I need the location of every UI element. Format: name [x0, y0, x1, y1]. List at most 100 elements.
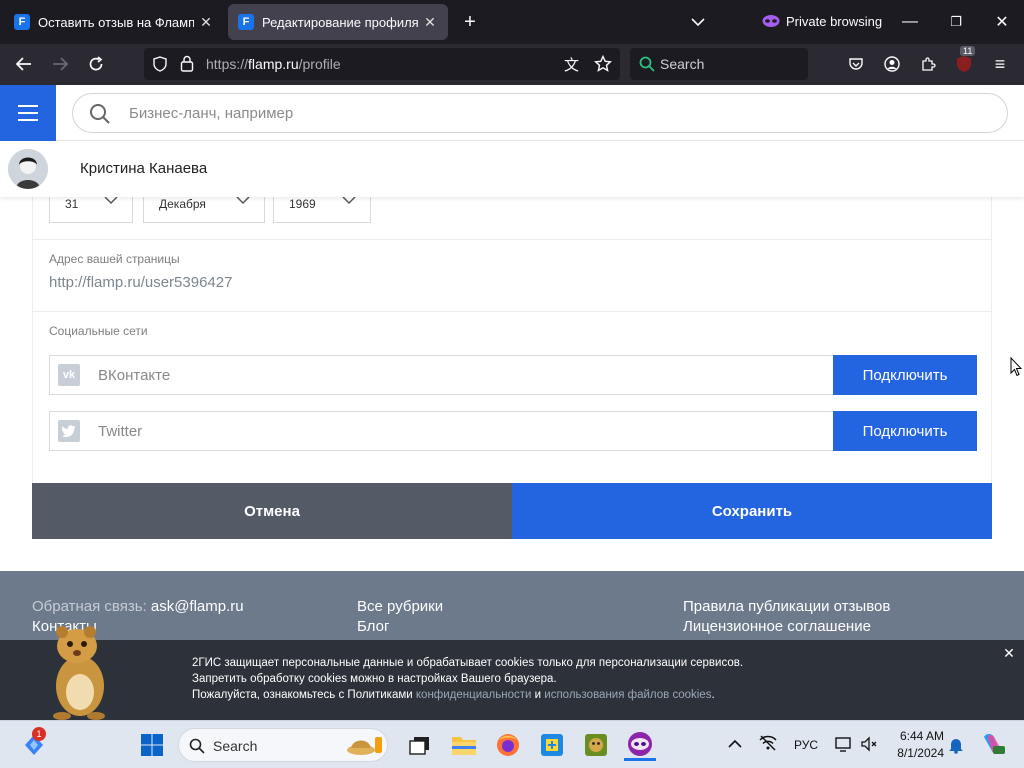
arrow-left-icon	[16, 57, 31, 71]
sync-app-icon	[541, 734, 563, 756]
hamburger-icon	[18, 112, 38, 114]
input-language-indicator[interactable]: РУС	[794, 738, 818, 752]
avatar[interactable]	[8, 149, 48, 189]
birth-month-value: Декабря	[159, 197, 206, 211]
volume-button[interactable]	[860, 735, 878, 756]
url-text: https://flamp.ru/profile	[206, 56, 341, 72]
site-header	[0, 85, 1024, 141]
reload-button[interactable]	[82, 50, 110, 78]
firefox-icon	[497, 734, 519, 756]
file-explorer-button[interactable]	[448, 729, 480, 761]
private-browsing-label: Private browsing	[786, 14, 883, 29]
hamburger-icon	[18, 105, 38, 107]
app-menu-button[interactable]: ≡	[986, 50, 1014, 78]
search-icon	[189, 738, 205, 754]
social-name: ВКонтакте	[98, 367, 171, 384]
browser-nav-bar: https://flamp.ru/profile 文 Search 11 ≡	[0, 44, 1024, 85]
flamp-favicon: F	[238, 14, 254, 30]
list-tabs-button[interactable]	[684, 8, 712, 36]
tab-title: Редактирование профиля	[262, 14, 418, 30]
close-window-button[interactable]: ✕	[988, 8, 1016, 36]
puzzle-icon	[922, 57, 936, 71]
copilot-button[interactable]	[980, 731, 1006, 760]
private-mask-icon	[762, 14, 780, 28]
extensions-button[interactable]	[914, 50, 942, 78]
notification-badge: 1	[32, 727, 46, 741]
clock-date: 8/1/2024	[897, 746, 944, 760]
profile-form: 31 Декабря 1969 Адрес вашей страницы htt…	[32, 185, 992, 485]
close-icon[interactable]: ✕	[1000, 644, 1018, 662]
feedback-label: Обратная связь:	[32, 598, 147, 615]
close-tab-icon[interactable]: ✕	[194, 14, 218, 31]
display-button[interactable]	[834, 735, 852, 756]
maximize-button[interactable]: ❐	[942, 8, 970, 36]
footer-all-categories-link[interactable]: Все рубрики	[357, 598, 443, 615]
browser-search-field[interactable]: Search	[630, 48, 808, 80]
social-name: Twitter	[98, 423, 143, 440]
firefox-button[interactable]	[492, 729, 524, 761]
save-button[interactable]: Сохранить	[512, 483, 992, 539]
clock[interactable]: 6:44 AM 8/1/2024	[888, 729, 944, 760]
cancel-button[interactable]: Отмена	[32, 483, 512, 539]
tab-edit-profile[interactable]: F Редактирование профиля ✕	[228, 4, 448, 40]
search-icon	[90, 104, 110, 124]
weather-widget[interactable]: 1	[18, 727, 50, 761]
translate-icon[interactable]: 文	[564, 54, 579, 75]
clock-time: 6:44 AM	[899, 729, 944, 743]
ublock-shield-icon	[957, 56, 971, 72]
new-tab-button[interactable]: +	[456, 8, 484, 36]
back-button[interactable]	[10, 50, 38, 78]
display-icon	[835, 737, 851, 752]
firefox-private-button[interactable]	[624, 729, 656, 761]
taskbar-search[interactable]: Search	[178, 728, 388, 762]
task-view-button[interactable]	[404, 729, 436, 761]
footer-rules-link[interactable]: Правила публикации отзывов	[683, 598, 890, 615]
footer-license-link[interactable]: Лицензионное соглашение	[683, 618, 871, 635]
social-row-vk: vk ВКонтакте Подключить	[49, 355, 977, 395]
cookie-policy-link[interactable]: использования файлов cookies	[544, 689, 711, 701]
url-bar[interactable]: https://flamp.ru/profile 文	[144, 48, 620, 80]
forward-button[interactable]	[46, 50, 74, 78]
cookie-line: 2ГИС защищает персональные данные и обра…	[192, 657, 744, 669]
app-button-game[interactable]	[580, 729, 612, 761]
shield-icon[interactable]	[152, 56, 168, 72]
site-search-box[interactable]	[72, 93, 1008, 133]
start-button[interactable]	[136, 729, 168, 761]
connect-twitter-button[interactable]: Подключить	[833, 411, 977, 451]
private-browsing-icon	[628, 731, 652, 756]
chevron-up-icon	[728, 739, 742, 748]
feedback-email-link[interactable]: ask@flamp.ru	[151, 598, 244, 615]
cookie-line: Запретить обработку cookies можно в наст…	[192, 673, 557, 685]
account-icon	[884, 56, 900, 72]
browser-search-placeholder: Search	[660, 56, 705, 72]
show-hidden-icons-button[interactable]	[728, 736, 742, 752]
ublock-button[interactable]: 11	[950, 46, 978, 78]
menu-button[interactable]	[0, 85, 56, 141]
social-row-twitter: Twitter Подключить	[49, 411, 977, 451]
divider	[33, 311, 991, 312]
profile-page-url: http://flamp.ru/user5396427	[49, 274, 233, 291]
lock-icon[interactable]	[180, 55, 194, 72]
windows-logo-icon	[141, 734, 163, 756]
close-tab-icon[interactable]: ✕	[418, 14, 442, 31]
cookie-banner: 2ГИС защищает персональные данные и обра…	[0, 640, 1024, 720]
app-button-sync[interactable]	[536, 729, 568, 761]
pocket-button[interactable]	[842, 50, 870, 78]
minimize-button[interactable]: —	[896, 8, 924, 36]
footer-blog-link[interactable]: Блог	[357, 618, 389, 635]
site-search-input[interactable]	[129, 102, 989, 124]
task-view-icon	[409, 737, 429, 755]
network-button[interactable]	[758, 734, 778, 755]
flamp-favicon: F	[14, 14, 30, 30]
tab-leave-review[interactable]: F Оставить отзыв на Флампе ✕	[4, 4, 224, 40]
mouse-pointer-icon	[1010, 357, 1022, 377]
account-button[interactable]	[878, 50, 906, 78]
bookmark-star-icon[interactable]	[594, 55, 612, 73]
connect-vk-button[interactable]: Подключить	[833, 355, 977, 395]
privacy-policy-link[interactable]: конфиденциальности	[416, 689, 532, 701]
cookie-and: и	[534, 689, 542, 701]
windows-taskbar: 1 Search РУС 6:44 AM 8/1/2024	[0, 720, 1024, 768]
notifications-button[interactable]	[948, 736, 964, 757]
arrow-right-icon	[53, 57, 68, 71]
user-name[interactable]: Кристина Канаева	[80, 160, 207, 177]
